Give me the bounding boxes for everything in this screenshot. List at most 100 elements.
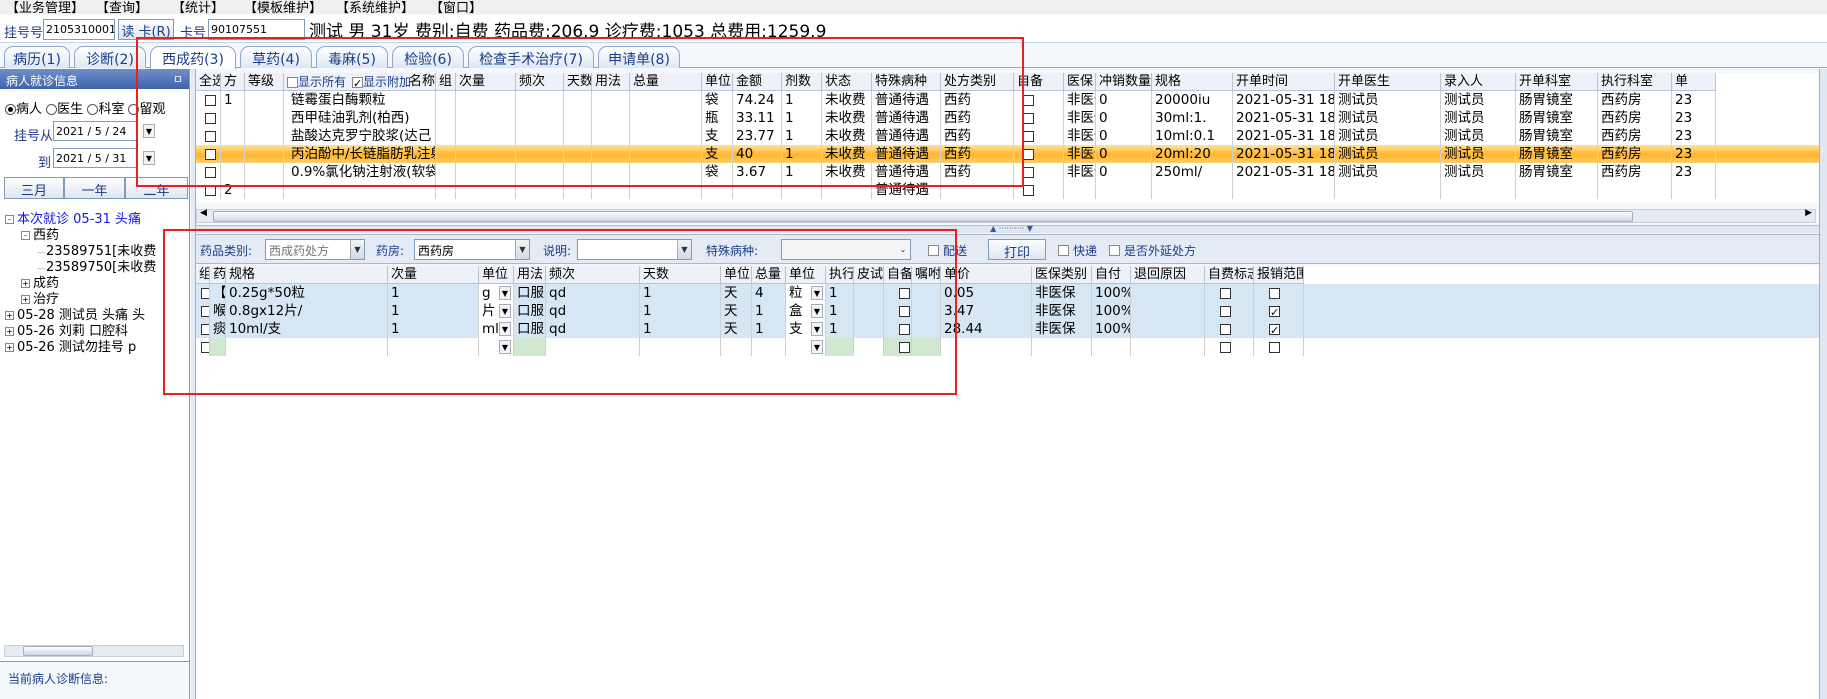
grid1-column-header[interactable]: 状态 xyxy=(822,73,872,91)
menu-query[interactable]: 【查询】 xyxy=(96,0,148,14)
rx-detail-row[interactable]: 痰热清注射液10ml/支1ml▼口服qd1天1支▼128.44非医保100% xyxy=(196,320,1827,338)
grid2-column-header[interactable]: 退回原因 xyxy=(1131,266,1205,284)
chevron-down-icon[interactable]: ▼ xyxy=(499,304,511,318)
tab-record[interactable]: 病历(1) xyxy=(4,46,70,68)
grid1-column-header[interactable]: 录入人 xyxy=(1441,73,1516,91)
grid2-cell[interactable] xyxy=(388,338,479,356)
menu-business[interactable]: 【业务管理】 xyxy=(6,0,84,14)
grid1-column-header[interactable]: 冲销数量 xyxy=(1096,73,1152,91)
rx-detail-new-row[interactable]: ▼ ▼ xyxy=(196,338,1827,356)
grid1-column-header[interactable]: 方 xyxy=(221,73,245,91)
collapse-icon[interactable]: - xyxy=(5,215,14,224)
row-checkbox[interactable] xyxy=(1023,94,1034,106)
chevron-down-icon[interactable]: ▼ xyxy=(811,322,823,336)
scroll-right-icon[interactable]: ▶ xyxy=(1805,208,1812,218)
date-from-dropdown-icon[interactable]: ▼ xyxy=(143,124,155,138)
grid2-cell[interactable] xyxy=(941,338,1032,356)
grid2-column-header[interactable]: 规格 xyxy=(226,266,388,284)
pin-icon[interactable]: ㅁ xyxy=(173,71,183,87)
grid2-cell[interactable] xyxy=(1254,338,1304,356)
grid1-column-header[interactable]: 自备 xyxy=(1014,73,1064,91)
grid2-cell[interactable] xyxy=(826,338,854,356)
row-checkbox[interactable] xyxy=(201,323,209,335)
row-checkbox[interactable] xyxy=(1023,166,1034,178)
grid1-column-header[interactable]: 执行科室 xyxy=(1598,73,1672,91)
chevron-down-icon[interactable]: ▼ xyxy=(811,286,823,300)
prescription-row[interactable]: 西甲硅油乳剂(柏西) 瓶33.111未收费普通待遇西药 非医保030ml:1.202… xyxy=(196,109,1827,127)
expand-icon[interactable]: + xyxy=(21,279,30,288)
grid1-column-header[interactable]: 次量 xyxy=(456,73,516,91)
tab-lab-test[interactable]: 检验(6) xyxy=(392,46,464,68)
tree-item[interactable]: +05-26 测试勿挂号 р xyxy=(5,336,136,355)
row-checkbox[interactable] xyxy=(1220,341,1231,353)
grid1-column-header[interactable]: 金额 xyxy=(733,73,782,91)
grid2-cell[interactable] xyxy=(912,338,941,356)
grid2-cell[interactable] xyxy=(1092,338,1131,356)
grid1-column-header[interactable]: 单位 xyxy=(702,73,733,91)
grid2-cell[interactable] xyxy=(721,338,752,356)
grid2-cell[interactable]: ▼ xyxy=(786,338,826,356)
grid2-cell[interactable] xyxy=(546,338,640,356)
grid2-column-header[interactable]: 单位 xyxy=(786,266,826,284)
reimburse-checkbox[interactable] xyxy=(1269,322,1280,338)
grid2-column-header[interactable]: 总量 xyxy=(752,266,786,284)
radio-patient-icon[interactable] xyxy=(5,104,16,115)
grid2-column-header[interactable]: 自费标志 xyxy=(1205,266,1254,284)
range-3-months-button[interactable]: 三月 xyxy=(4,177,64,199)
expand-icon[interactable]: + xyxy=(21,295,30,304)
grid2-cell[interactable] xyxy=(854,338,884,356)
row-checkbox[interactable] xyxy=(899,287,910,299)
horizontal-splitter[interactable]: ▲ ·········· ▼ xyxy=(196,225,1827,233)
home-delivery-checkbox[interactable] xyxy=(928,245,939,256)
chevron-down-icon[interactable]: ▼ xyxy=(499,322,511,336)
row-checkbox[interactable] xyxy=(1220,305,1231,317)
row-checkbox[interactable] xyxy=(201,287,209,299)
row-checkbox[interactable] xyxy=(1023,112,1034,124)
menu-system[interactable]: 【系统维护】 xyxy=(336,0,414,14)
grid1-column-header[interactable]: 处方类别 xyxy=(941,73,1014,91)
grid2-column-header[interactable]: 药品名称 xyxy=(210,266,226,284)
grid2-column-header[interactable]: 组 xyxy=(196,266,210,284)
grid1-hscrollbar[interactable]: ◀ ▶ xyxy=(196,208,1816,223)
date-to-dropdown-icon[interactable]: ▼ xyxy=(143,151,155,165)
range-1-year-button[interactable]: 一年 xyxy=(64,177,125,199)
menu-stats[interactable]: 【统计】 xyxy=(172,0,224,14)
grid1-column-header[interactable]: 剂数 xyxy=(782,73,822,91)
card-no-input[interactable]: 90107551 xyxy=(208,19,305,40)
grid1-column-header[interactable]: 开单医生 xyxy=(1335,73,1441,91)
grid2-cell[interactable] xyxy=(1032,338,1092,356)
grid2-column-header[interactable]: 频次 xyxy=(546,266,640,284)
pharmacy-select[interactable]: 西药房 ▼ xyxy=(414,239,530,260)
row-checkbox[interactable] xyxy=(205,184,216,196)
extended-rx-checkbox[interactable] xyxy=(1109,245,1120,256)
grid2-cell[interactable] xyxy=(884,338,912,356)
grid1-column-header[interactable]: 组 xyxy=(436,73,456,91)
chevron-down-icon[interactable]: ▼ xyxy=(350,240,364,259)
prescription-row[interactable]: 盐酸达克罗宁胶浆(达己支23.771未收费普通待遇西药非医保010ml:0.12… xyxy=(196,127,1827,145)
grid2-column-header[interactable]: 天数 xyxy=(640,266,721,284)
grid2-cell[interactable] xyxy=(752,338,786,356)
grid2-cell[interactable]: ▼ xyxy=(479,338,514,356)
expand-icon[interactable]: + xyxy=(5,327,14,336)
grid1-column-header[interactable]: 规格 xyxy=(1152,73,1233,91)
menu-window[interactable]: 【窗口】 xyxy=(430,0,482,14)
chevron-down-icon[interactable]: ▼ xyxy=(811,340,823,354)
row-checkbox[interactable] xyxy=(205,148,216,160)
menu-template[interactable]: 【模板维护】 xyxy=(244,0,322,14)
grid2-cell[interactable] xyxy=(514,338,546,356)
grid2-cell[interactable] xyxy=(196,338,210,356)
expand-icon[interactable]: + xyxy=(5,311,14,320)
grid1-column-header[interactable]: 全选 xyxy=(196,73,221,91)
grid2-cell[interactable] xyxy=(210,338,226,356)
row-checkbox[interactable] xyxy=(899,323,910,335)
grid1-column-header[interactable]: 单 xyxy=(1672,73,1716,91)
tab-diagnosis[interactable]: 诊断(2) xyxy=(74,46,146,68)
grid1-column-header[interactable]: 名称 xyxy=(349,73,436,91)
grid2-column-header[interactable]: 嘱咐 xyxy=(912,266,941,284)
grid1-column-header[interactable]: 开单时间 xyxy=(1233,73,1335,91)
chevron-down-icon[interactable]: ▼ xyxy=(515,240,529,259)
reg-no-input[interactable]: 2105310001 xyxy=(43,19,115,40)
prescription-row[interactable]: 2 普通待遇 xyxy=(196,181,1827,199)
row-checkbox[interactable] xyxy=(1023,148,1034,160)
grid1-column-header[interactable]: 总量 xyxy=(630,73,702,91)
